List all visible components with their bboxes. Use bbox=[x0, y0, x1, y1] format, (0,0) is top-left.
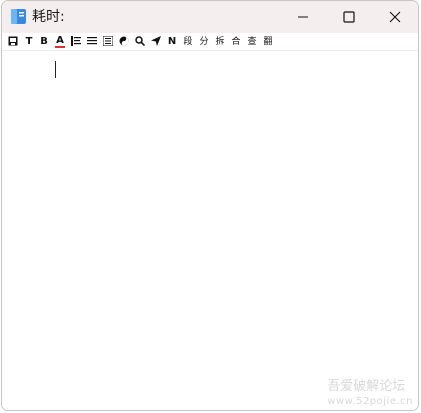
text-caret bbox=[55, 61, 56, 78]
n-button[interactable]: N bbox=[167, 36, 177, 48]
theme-icon[interactable] bbox=[119, 36, 129, 48]
minimize-button[interactable] bbox=[280, 1, 326, 33]
title-bar[interactable]: 耗时: bbox=[2, 1, 418, 33]
watermark-title: 吾爱破解论坛 bbox=[327, 379, 406, 394]
font-color-label: A bbox=[56, 35, 64, 46]
window-title: 耗时: bbox=[32, 9, 65, 25]
search-icon[interactable] bbox=[135, 36, 145, 48]
close-button[interactable] bbox=[372, 1, 418, 33]
app-window: 耗时: T B A N 段 分 拆 合 查 翻 bbox=[1, 0, 419, 411]
minimize-icon bbox=[298, 16, 308, 18]
font-color-button[interactable]: A bbox=[55, 36, 65, 48]
duan-button[interactable]: 段 bbox=[182, 36, 194, 48]
toolbar: T B A N 段 分 拆 合 查 翻 bbox=[2, 33, 418, 51]
maximize-button[interactable] bbox=[326, 1, 372, 33]
maximize-icon bbox=[343, 11, 355, 23]
he-button[interactable]: 合 bbox=[230, 36, 242, 48]
send-icon[interactable] bbox=[151, 36, 161, 48]
align-justify-icon[interactable] bbox=[87, 36, 97, 48]
paragraph-block-icon[interactable] bbox=[103, 36, 113, 48]
text-editor[interactable] bbox=[2, 51, 418, 410]
watermark-url: www.52pojie.cn bbox=[327, 396, 413, 407]
bold-button[interactable]: B bbox=[39, 36, 49, 48]
font-color-underline bbox=[55, 46, 65, 48]
title-button[interactable]: T bbox=[24, 36, 34, 48]
app-icon bbox=[10, 8, 27, 25]
chai-button[interactable]: 拆 bbox=[214, 36, 226, 48]
fan-button[interactable]: 翻 bbox=[262, 36, 274, 48]
cha-button[interactable]: 查 bbox=[246, 36, 258, 48]
close-icon bbox=[389, 11, 401, 23]
fen-button[interactable]: 分 bbox=[198, 36, 210, 48]
watermark: 吾爱破解论坛 www.52pojie.cn bbox=[327, 379, 413, 409]
save-icon[interactable] bbox=[8, 36, 18, 48]
align-indent-icon[interactable] bbox=[71, 36, 81, 48]
